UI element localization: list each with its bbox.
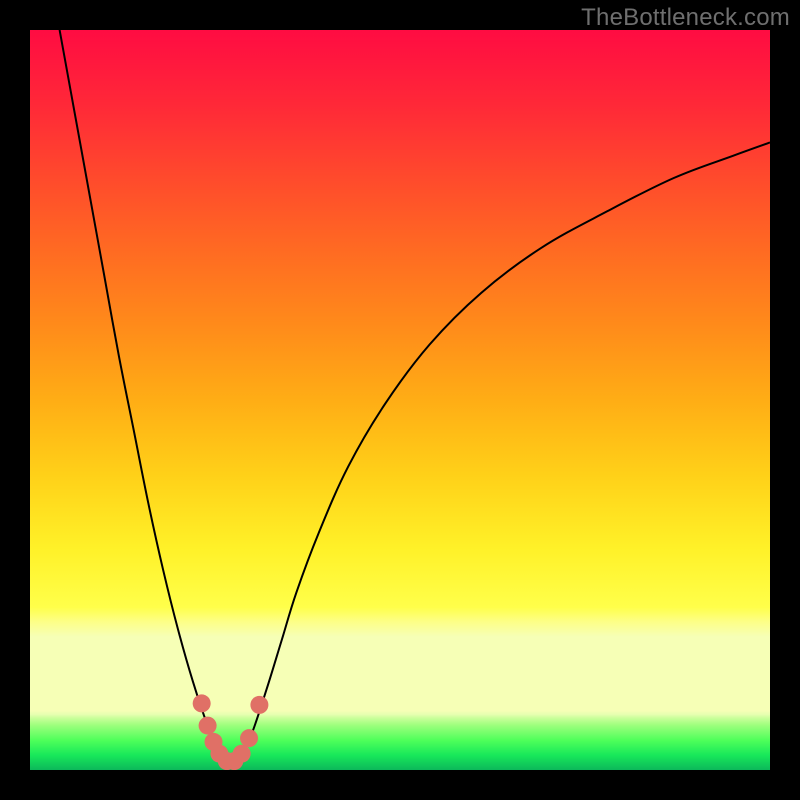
marker-dot	[240, 729, 258, 747]
gradient-background	[30, 30, 770, 770]
bottleneck-chart	[30, 30, 770, 770]
plot-area	[30, 30, 770, 770]
marker-dot	[193, 694, 211, 712]
marker-dot	[250, 696, 268, 714]
marker-dot	[199, 717, 217, 735]
watermark-text: TheBottleneck.com	[581, 4, 790, 32]
chart-frame: TheBottleneck.com	[0, 0, 800, 800]
marker-dot	[233, 745, 251, 763]
